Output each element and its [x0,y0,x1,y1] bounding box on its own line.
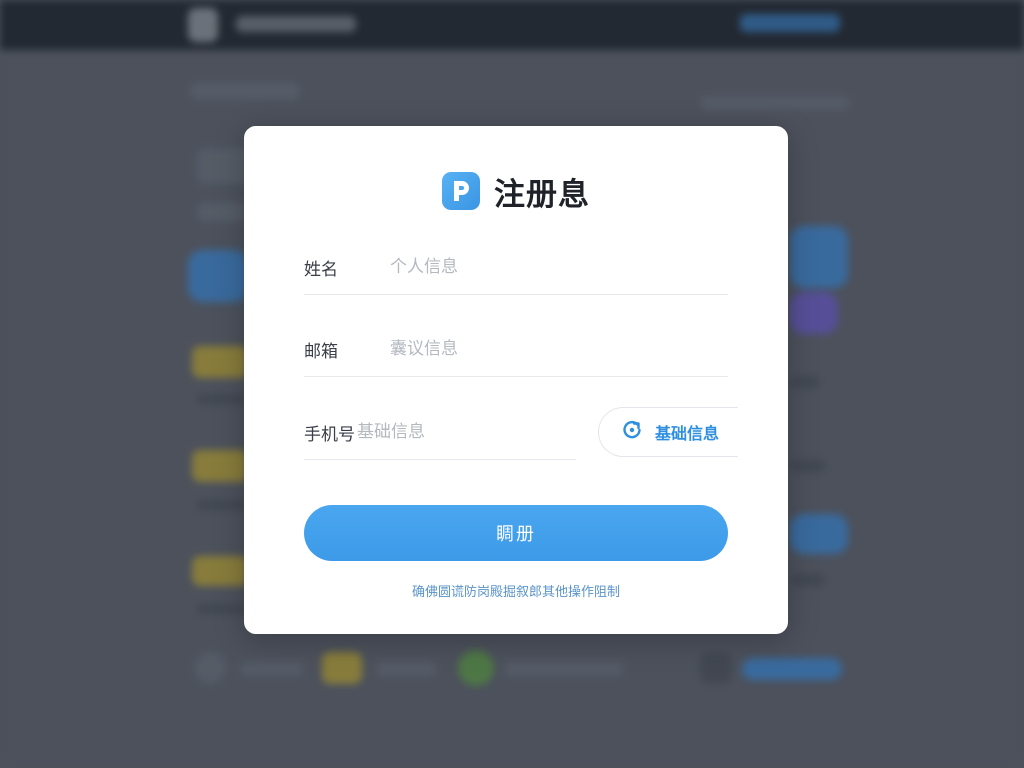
register-modal: 注册息 姓名 邮箱 手机号 基础信息 睭册 确佛圆谎防岗殿掘叙郎其他操作阻制 [244,126,788,634]
refresh-icon [621,419,643,445]
register-button[interactable]: 睭册 [304,505,728,561]
phone-field: 手机号 [304,405,576,460]
email-label: 邮箱 [304,341,338,362]
footer-note: 确佛圆谎防岗殿掘叙郎其他操作阻制 [411,585,620,600]
email-field: 邮箱 [304,322,728,377]
phone-label: 手机号 [304,424,355,445]
name-input[interactable] [390,252,728,282]
name-field: 姓名 [304,240,728,295]
get-code-label: 基础信息 [655,424,720,443]
parking-p-icon [442,172,480,210]
modal-title: 注册息 [494,176,590,213]
email-input[interactable] [390,334,728,364]
name-label: 姓名 [304,259,338,280]
modal-header: 注册息 [244,171,788,213]
phone-input[interactable] [357,417,576,447]
get-code-button[interactable]: 基础信息 [598,407,738,457]
